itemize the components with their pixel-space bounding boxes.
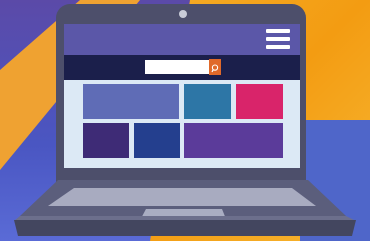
- search-button[interactable]: [209, 59, 221, 75]
- content-tile[interactable]: [83, 84, 179, 119]
- hamburger-line: [266, 37, 290, 41]
- content-tile[interactable]: [83, 123, 129, 158]
- site-nav-bar: [64, 24, 300, 55]
- search-strip: [64, 55, 300, 80]
- content-tile[interactable]: [184, 123, 283, 158]
- content-tile[interactable]: [236, 84, 283, 119]
- laptop-screen: [64, 24, 300, 168]
- content-tile[interactable]: [134, 123, 180, 158]
- webcam-icon: [179, 10, 187, 18]
- search-input[interactable]: [145, 60, 213, 74]
- hamburger-line: [266, 45, 290, 49]
- hamburger-menu-icon[interactable]: [266, 29, 290, 49]
- search-icon: [211, 64, 219, 73]
- content-tile[interactable]: [184, 84, 231, 119]
- hamburger-line: [266, 29, 290, 33]
